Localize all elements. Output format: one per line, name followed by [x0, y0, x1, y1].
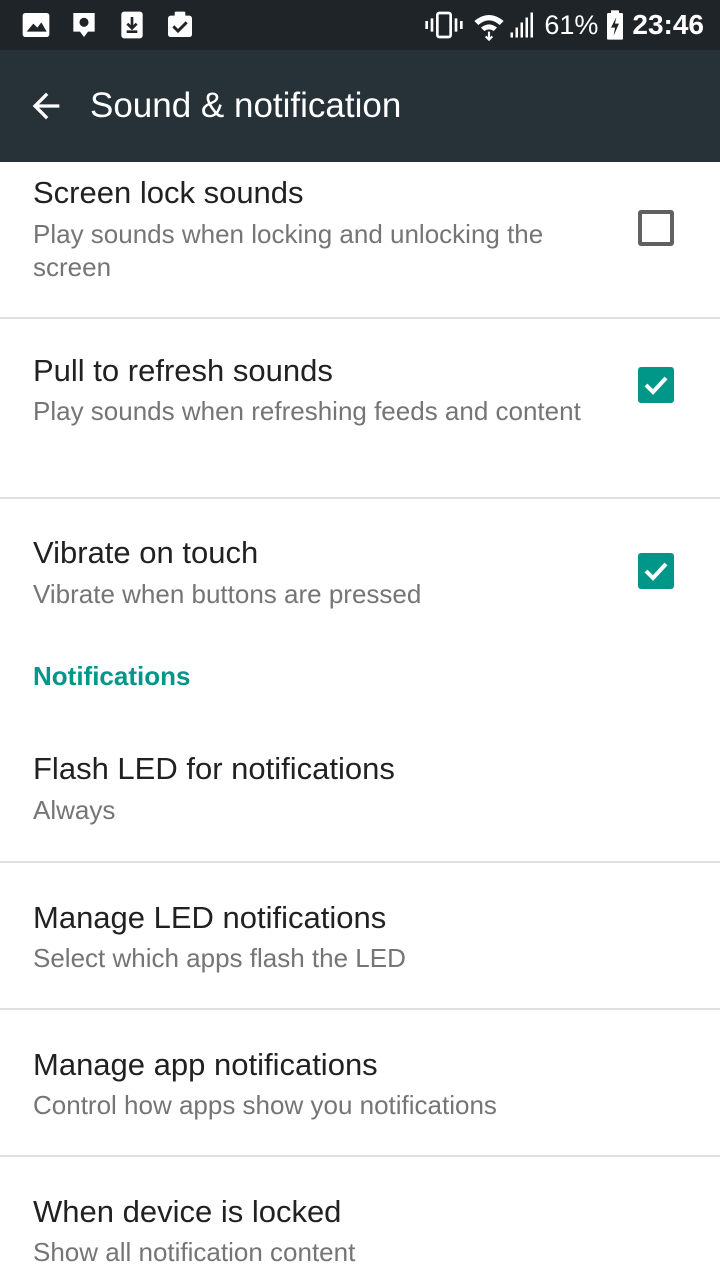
- signal-icon: [508, 9, 538, 41]
- status-bar: 61% 23:46: [0, 0, 720, 50]
- clock: 23:46: [632, 9, 704, 40]
- pref-summary: Always: [33, 795, 116, 825]
- pref-manage-led-notifications[interactable]: Manage LED notifications Select which ap…: [0, 863, 720, 1010]
- wifi-icon: [472, 9, 506, 42]
- download-icon: [116, 9, 148, 41]
- pref-when-device-locked[interactable]: When device is locked Show all notificat…: [0, 1157, 720, 1279]
- pref-title: Pull to refresh sounds: [33, 353, 333, 388]
- status-right-group: 61% 23:46: [424, 0, 704, 50]
- pref-title: Manage LED notifications: [33, 900, 387, 935]
- pref-flash-led[interactable]: Flash LED for notifications Always: [0, 731, 720, 863]
- pref-title: Screen lock sounds: [33, 175, 304, 210]
- location-icon: [68, 9, 100, 41]
- vibrate-on-touch-checkbox[interactable]: [638, 553, 674, 589]
- page-title: Sound & notification: [90, 86, 402, 125]
- pref-screen-lock-sounds[interactable]: Screen lock sounds Play sounds when lock…: [0, 162, 720, 319]
- pref-summary: Show all notification content: [33, 1237, 356, 1267]
- pref-title: When device is locked: [33, 1194, 342, 1229]
- task-check-icon: [164, 9, 196, 41]
- settings-list: Screen lock sounds Play sounds when lock…: [0, 162, 720, 1279]
- battery-percent: 61%: [544, 9, 599, 40]
- section-notifications: Notifications: [0, 659, 720, 731]
- pref-title: Flash LED for notifications: [33, 751, 395, 786]
- pull-to-refresh-sounds-checkbox[interactable]: [638, 367, 674, 403]
- app-bar: Sound & notification: [0, 50, 720, 162]
- vibrate-icon: [424, 9, 464, 41]
- check-icon: [644, 376, 668, 395]
- arrow-back-icon: [26, 86, 66, 126]
- screen-lock-sounds-checkbox[interactable]: [638, 210, 674, 246]
- check-icon: [644, 562, 668, 581]
- pref-summary: Play sounds when locking and unlocking t…: [33, 219, 544, 282]
- image-icon: [20, 9, 52, 41]
- screen: 61% 23:46 Sound & notification Screen lo…: [0, 0, 720, 1280]
- pref-summary: Select which apps flash the LED: [33, 943, 406, 973]
- pref-summary: Vibrate when buttons are pressed: [33, 579, 422, 609]
- pref-pull-to-refresh-sounds[interactable]: Pull to refresh sounds Play sounds when …: [0, 319, 720, 499]
- back-button[interactable]: [20, 80, 72, 132]
- pref-summary: Control how apps show you notifications: [33, 1090, 497, 1120]
- pref-manage-app-notifications[interactable]: Manage app notifications Control how app…: [0, 1010, 720, 1157]
- battery-icon: [604, 9, 626, 41]
- pref-summary: Play sounds when refreshing feeds and co…: [33, 396, 581, 426]
- pref-title: Vibrate on touch: [33, 535, 259, 570]
- pref-vibrate-on-touch[interactable]: Vibrate on touch Vibrate when buttons ar…: [0, 499, 720, 659]
- pref-title: Manage app notifications: [33, 1047, 378, 1082]
- section-header: Notifications: [33, 661, 191, 691]
